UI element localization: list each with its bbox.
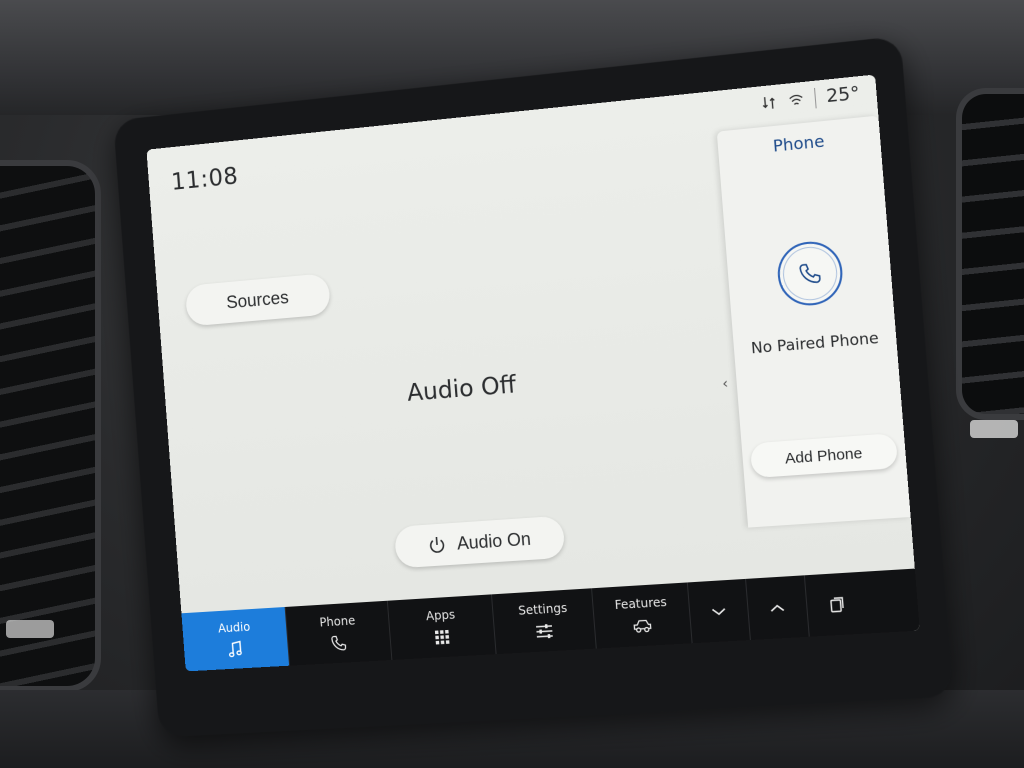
add-phone-button[interactable]: Add Phone xyxy=(750,433,898,478)
wifi-icon xyxy=(787,91,805,109)
phone-panel: Phone No Paired Phone Add Phone xyxy=(717,116,911,528)
audio-on-label: Audio On xyxy=(456,528,531,554)
phone-panel-title: Phone xyxy=(718,126,881,161)
left-air-vent xyxy=(0,160,101,692)
scroll-up-button[interactable] xyxy=(746,575,810,640)
right-air-vent xyxy=(956,88,1024,420)
nav-apps-label: Apps xyxy=(426,608,456,624)
phone-icon xyxy=(329,634,349,653)
status-icons: 25° xyxy=(760,82,860,113)
nav-phone[interactable]: Phone xyxy=(286,601,393,666)
window-stack-button[interactable] xyxy=(805,572,868,637)
data-transfer-icon xyxy=(760,93,778,111)
audio-on-button[interactable]: Audio On xyxy=(394,516,566,569)
nav-features[interactable]: Features xyxy=(592,582,693,648)
nav-settings[interactable]: Settings xyxy=(492,588,597,654)
nav-features-label: Features xyxy=(614,595,667,612)
power-icon xyxy=(427,534,448,555)
phone-status-text: No Paired Phone xyxy=(733,327,897,359)
grid-icon xyxy=(432,628,453,647)
window-stack-icon xyxy=(825,594,847,614)
audio-status-text: Audio Off xyxy=(165,350,773,426)
infotainment-screen: 11:08 25° Sources Audio Off Audio On ‹ P… xyxy=(146,75,919,672)
sources-button[interactable]: Sources xyxy=(185,273,331,327)
outside-temperature: 25° xyxy=(825,82,860,107)
nav-phone-label: Phone xyxy=(319,614,356,630)
nav-audio[interactable]: Audio xyxy=(181,607,290,672)
left-vent-tab xyxy=(6,620,54,638)
panel-collapse-chevron-icon[interactable]: ‹ xyxy=(722,376,729,393)
music-note-icon xyxy=(226,640,246,659)
phone-button[interactable] xyxy=(775,239,844,308)
chevron-up-icon xyxy=(766,598,788,618)
vehicle-icon xyxy=(632,616,654,635)
status-separator xyxy=(814,87,817,108)
sliders-icon xyxy=(534,622,555,641)
nav-settings-label: Settings xyxy=(518,601,568,618)
nav-apps[interactable]: Apps xyxy=(388,594,497,660)
scroll-down-button[interactable] xyxy=(688,579,751,643)
nav-audio-label: Audio xyxy=(218,620,251,636)
chevron-down-icon xyxy=(708,601,730,620)
right-vent-tab xyxy=(970,420,1018,438)
phone-icon xyxy=(797,260,824,287)
audio-main-area: Sources Audio Off Audio On ‹ xyxy=(150,140,746,613)
